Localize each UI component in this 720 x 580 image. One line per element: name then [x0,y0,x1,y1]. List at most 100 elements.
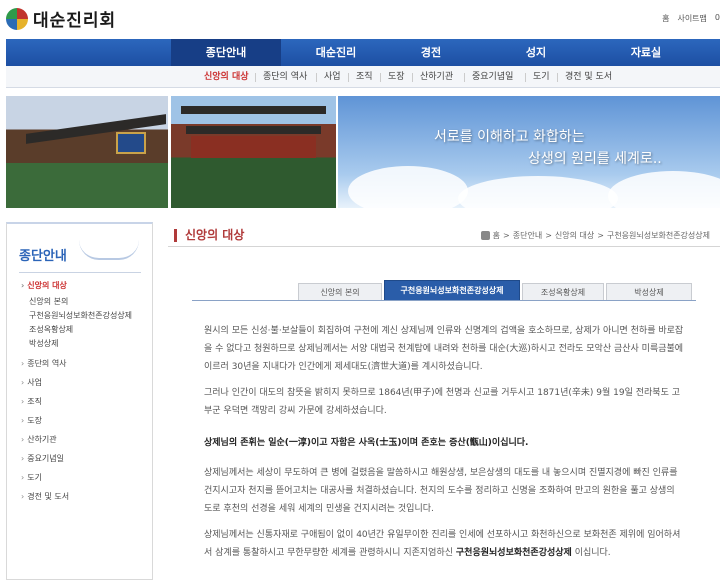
tab-jowseong-okhwang[interactable]: 조성옥황상제 [522,283,604,300]
side-nav-item-dojang[interactable]: › 도장 [21,415,42,426]
subnav-item-books[interactable]: 경전 및 도서 [565,66,612,88]
temple-photo-left [6,96,168,208]
home-icon[interactable] [480,231,490,240]
subnav-item-business[interactable]: 사업 [324,66,341,88]
site-logo[interactable]: 대순진리회 [6,6,116,31]
subnav-item-dojang[interactable]: 도장 [388,66,405,88]
gnb-item-intro[interactable]: 종단안내 [171,39,281,66]
bullet-icon: › [21,492,25,501]
side-nav-item-label: 도기 [27,473,42,482]
side-nav-sub-item[interactable]: 조성옥황상제 [29,324,73,335]
sky-panel: 서로를 이해하고 화합하는 상생의 원리를 세계로.. [338,96,720,208]
subnav-divider [525,73,526,82]
breadcrumb: 홈 > 종단안내 > 신앙의 대상 > 구천응원뇌성보화천존강성상제 [480,230,710,241]
side-nav-item-books[interactable]: › 경전 및 도서 [21,491,69,502]
gnb-item-archive[interactable]: 자료실 [591,39,701,66]
bullet-icon: › [21,281,25,290]
side-nav-item-organization[interactable]: › 조직 [21,396,42,407]
bullet-icon: › [21,359,25,368]
breadcrumb-item[interactable]: 신앙의 대상 [555,230,594,241]
banner-slogan-line2: 상생의 원리를 세계로.. [528,151,662,167]
main-nav: 종단안내 대순진리 경전 성지 자료실 [6,39,720,66]
side-nav-divider [19,272,141,273]
side-nav-sub-item[interactable]: 신앙의 본의 [29,296,68,307]
side-nav-item-anniversaries[interactable]: › 중요기념일 [21,453,64,464]
subnav-item-dogi[interactable]: 도기 [533,66,550,88]
main-content: 신앙의 대상 홈 > 종단안내 > 신앙의 대상 > 구천응원뇌성보화천존강성상제 신… [168,222,720,580]
bullet-icon: › [21,397,25,406]
content-paragraph: 상제님께서는 세상이 무도하여 큰 병에 걸렸음을 말씀하시고 해원상생, 보은… [204,468,678,514]
bullet-icon: › [21,454,25,463]
side-nav-item-label: 도장 [27,416,42,425]
deity-name-emphasis: 구천응원뇌성보화천존강성상제 [455,548,572,558]
breadcrumb-separator: > [597,231,604,240]
utility-links: 홈 사이트맵 0 [662,13,720,24]
side-nav-sub-item[interactable]: 박성상제 [29,338,58,349]
tab-gucheon-sangje[interactable]: 구천응원뇌성보화천존강성상제 [384,280,520,300]
site-header: 대순진리회 홈 사이트맵 0 [0,0,720,38]
temple-roof-shape [186,126,321,134]
tab-bakseong-sangje[interactable]: 박성상제 [606,283,692,300]
side-nav-item-label: 사업 [27,378,42,387]
content-paragraph-emphasis: 상제님의 존휘는 일순(一淳)이고 자함은 사옥(士玉)이며 존호는 증산(甑山… [204,438,529,448]
breadcrumb-current: 구천응원뇌성보화천존강성상제 [606,231,710,240]
bullet-icon: › [21,378,25,387]
hero-banner: 서로를 이해하고 화합하는 상생의 원리를 세계로.. [6,96,720,208]
subnav-item-affiliates[interactable]: 산하기관 [420,66,453,88]
subnav-divider [412,73,413,82]
side-nav-item-history[interactable]: › 종단의 역사 [21,358,67,369]
subnav-divider [557,73,558,82]
temple-hall-body [191,136,316,158]
side-nav-item-label: 경전 및 도서 [27,492,70,501]
tab-belief-meaning[interactable]: 신앙의 본의 [298,283,382,300]
side-nav-item-label: 신앙의 대상 [27,281,67,290]
gnb-item-holyland[interactable]: 성지 [481,39,591,66]
temple-photo-center [171,96,336,208]
bullet-icon: › [21,473,25,482]
side-nav-sub-item[interactable]: 구천응원뇌성보화천존강성상제 [29,310,132,321]
side-nav-item-belief[interactable]: › 신앙의 대상 [21,280,67,291]
side-nav-item-business[interactable]: › 사업 [21,377,42,388]
cloud-shape [348,166,468,208]
side-nav: 종단안내 › 신앙의 대상 신앙의 본의 구천응원뇌성보화천존강성상제 조성옥황상… [6,222,153,580]
content-paragraph: 원시의 모든 신성·불·보살들이 회집하여 구천에 계신 상제님께 인류와 신명… [204,326,684,372]
side-nav-item-label: 종단의 역사 [27,359,67,368]
side-nav-item-affiliates[interactable]: › 산하기관 [21,434,57,445]
sub-nav: 신앙의 대상 종단의 역사 사업 조직 도장 산하기관 중요기념일 도기 경전 … [6,66,720,88]
subnav-item-belief[interactable]: 신앙의 대상 [204,66,249,88]
breadcrumb-separator: > [545,231,552,240]
util-home-link[interactable]: 홈 [662,13,669,24]
cloud-shape [608,171,720,208]
subnav-item-history[interactable]: 종단의 역사 [263,66,307,88]
breadcrumb-item[interactable]: 종단안내 [513,230,542,241]
gnb-item-scripture[interactable]: 경전 [376,39,486,66]
cloud-shape [458,176,618,208]
logo-text: 대순진리회 [33,11,117,31]
cloud-ornament-icon [79,240,139,260]
side-nav-item-label: 중요기념일 [27,454,65,463]
breadcrumb-item[interactable]: 홈 [493,230,500,241]
paragraph-text: 이십니다. [574,548,611,558]
subnav-item-anniversaries[interactable]: 중요기념일 [472,66,513,88]
side-nav-item-label: 조직 [27,397,42,406]
content-paragraph: 상제님께서는 신통자재로 구애됨이 없이 40년간 유일무이한 진리를 인세에 … [204,526,684,562]
util-extra-link[interactable]: 0 [715,13,720,24]
subnav-divider [316,73,317,82]
subnav-divider [380,73,381,82]
util-sitemap-link[interactable]: 사이트맵 [677,13,706,24]
subnav-divider [255,73,256,82]
gnb-item-truth[interactable]: 대순진리 [281,39,391,66]
logo-emblem-icon [6,7,28,30]
temple-signboard [116,132,146,154]
subnav-divider [348,73,349,82]
bullet-icon: › [21,435,25,444]
side-nav-item-label: 산하기관 [27,435,57,444]
content-paragraph: 그러나 인간이 대도의 참뜻을 밝히지 못하므로 1864년(甲子)에 천명과 … [204,388,681,416]
subnav-divider [464,73,465,82]
page-title: 신앙의 대상 [174,229,244,242]
temple-roof-shape [181,106,326,114]
bullet-icon: › [21,416,25,425]
subnav-item-organization[interactable]: 조직 [356,66,373,88]
side-nav-item-dogi[interactable]: › 도기 [21,472,42,483]
title-divider [168,246,720,247]
